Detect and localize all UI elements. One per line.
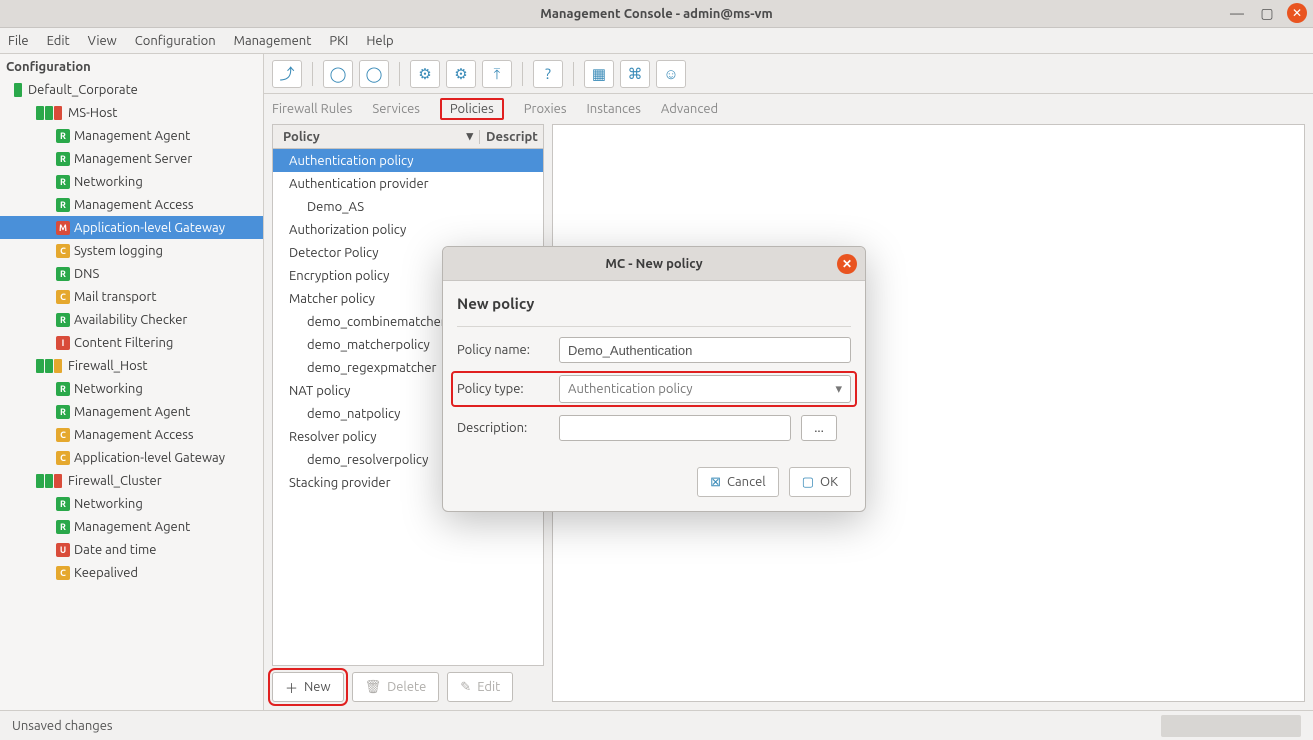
toolbar: ⤴ ◯ ◯ ⚙ ⚙ ⤒ ? ▦ ⌘ ☺ [264,54,1313,94]
tab-services[interactable]: Services [372,102,420,116]
back-icon[interactable]: ◯ [323,60,353,88]
chevron-down-icon: ▾ [835,382,842,397]
tree-item[interactable]: CKeepalived [0,561,263,584]
grid-icon[interactable]: ▦ [584,60,614,88]
tab-proxies[interactable]: Proxies [524,102,567,116]
menubar: File Edit View Configuration Management … [0,28,1313,54]
tree-host-cluster[interactable]: Firewall_Cluster [0,469,263,492]
cancel-icon: ⊠ [710,475,721,490]
policy-row[interactable]: Demo_AS [273,195,543,218]
script-icon[interactable]: ⌘ [620,60,650,88]
config-tree: Configuration Default_Corporate MS-Host … [0,54,264,710]
menu-management[interactable]: Management [234,34,312,48]
sort-icon[interactable]: ▾ [466,129,473,144]
tree-host-firewall[interactable]: Firewall_Host [0,354,263,377]
tree-item[interactable]: RManagement Agent [0,400,263,423]
cancel-button[interactable]: ⊠Cancel [697,467,779,497]
new-policy-dialog: MC - New policy ✕ New policy Policy name… [442,246,866,512]
description-input[interactable] [559,415,791,441]
menu-help[interactable]: Help [366,34,393,48]
dialog-header: New policy [457,295,851,312]
ok-icon: ▢ [802,475,814,490]
description-more-button[interactable]: ... [801,415,837,441]
close-button[interactable]: ✕ [1287,3,1307,23]
new-button[interactable]: ＋New [272,672,344,702]
up-icon[interactable]: ⤴ [272,60,302,88]
tree-host-ms[interactable]: MS-Host [0,101,263,124]
col-policy[interactable]: Policy [283,130,320,144]
subtabs: Firewall Rules Services Policies Proxies… [264,94,1313,124]
tree-item-app-gateway[interactable]: MApplication-level Gateway [0,216,263,239]
pencil-icon: ✎ [460,680,471,695]
gear-eye-icon[interactable]: ⚙ [410,60,440,88]
policy-name-input[interactable] [559,337,851,363]
tree-item[interactable]: RAvailability Checker [0,308,263,331]
menu-view[interactable]: View [88,34,117,48]
tree-item[interactable]: RDNS [0,262,263,285]
status-bar: Unsaved changes [0,710,1313,740]
status-text: Unsaved changes [12,719,113,733]
policy-row[interactable]: Authentication policy [273,149,543,172]
tree-item[interactable]: IContent Filtering [0,331,263,354]
tab-policies[interactable]: Policies [440,98,504,120]
menu-file[interactable]: File [8,34,29,48]
tree-item[interactable]: CMail transport [0,285,263,308]
robot-icon[interactable]: ☺ [656,60,686,88]
dialog-title: MC - New policy [605,257,702,271]
tree-item[interactable]: CApplication-level Gateway [0,446,263,469]
tree-item[interactable]: RNetworking [0,377,263,400]
tree-root[interactable]: Default_Corporate [0,78,263,101]
tree-item[interactable]: RManagement Access [0,193,263,216]
policy-type-select[interactable]: Authentication policy ▾ [559,375,851,403]
delete-button[interactable]: 🗑Delete [352,672,440,702]
status-tray [1161,715,1301,737]
menu-pki[interactable]: PKI [329,34,348,48]
policy-row[interactable]: Authorization policy [273,218,543,241]
maximize-button[interactable]: ▢ [1257,3,1277,23]
gear-sync-icon[interactable]: ⚙ [446,60,476,88]
tree-item[interactable]: RNetworking [0,170,263,193]
tree-item[interactable]: RManagement Server [0,147,263,170]
tree-item[interactable]: CSystem logging [0,239,263,262]
tree-item[interactable]: RManagement Agent [0,124,263,147]
config-tree-title: Configuration [0,58,263,78]
ok-button[interactable]: ▢OK [789,467,851,497]
tree-item[interactable]: RManagement Agent [0,515,263,538]
window-title: Management Console - admin@ms-vm [540,7,772,21]
tree-item[interactable]: UDate and time [0,538,263,561]
policy-row[interactable]: Authentication provider [273,172,543,195]
tree-item[interactable]: CManagement Access [0,423,263,446]
minimize-button[interactable]: ― [1227,3,1247,23]
tab-firewall-rules[interactable]: Firewall Rules [272,102,352,116]
help-icon[interactable]: ? [533,60,563,88]
forward-icon[interactable]: ◯ [359,60,389,88]
menu-edit[interactable]: Edit [47,34,70,48]
upload-icon[interactable]: ⤒ [482,60,512,88]
description-label: Description: [457,421,549,435]
menu-configuration[interactable]: Configuration [135,34,216,48]
col-description[interactable]: Descript [479,130,543,144]
dialog-close-button[interactable]: ✕ [837,254,857,274]
tree-item[interactable]: RNetworking [0,492,263,515]
policy-name-label: Policy name: [457,343,549,357]
tab-instances[interactable]: Instances [586,102,640,116]
window-titlebar: Management Console - admin@ms-vm ― ▢ ✕ [0,0,1313,28]
edit-button[interactable]: ✎Edit [447,672,513,702]
tab-advanced[interactable]: Advanced [661,102,718,116]
trash-icon: 🗑 [365,680,382,695]
plus-icon: ＋ [285,678,298,697]
policy-type-label: Policy type: [457,382,549,396]
